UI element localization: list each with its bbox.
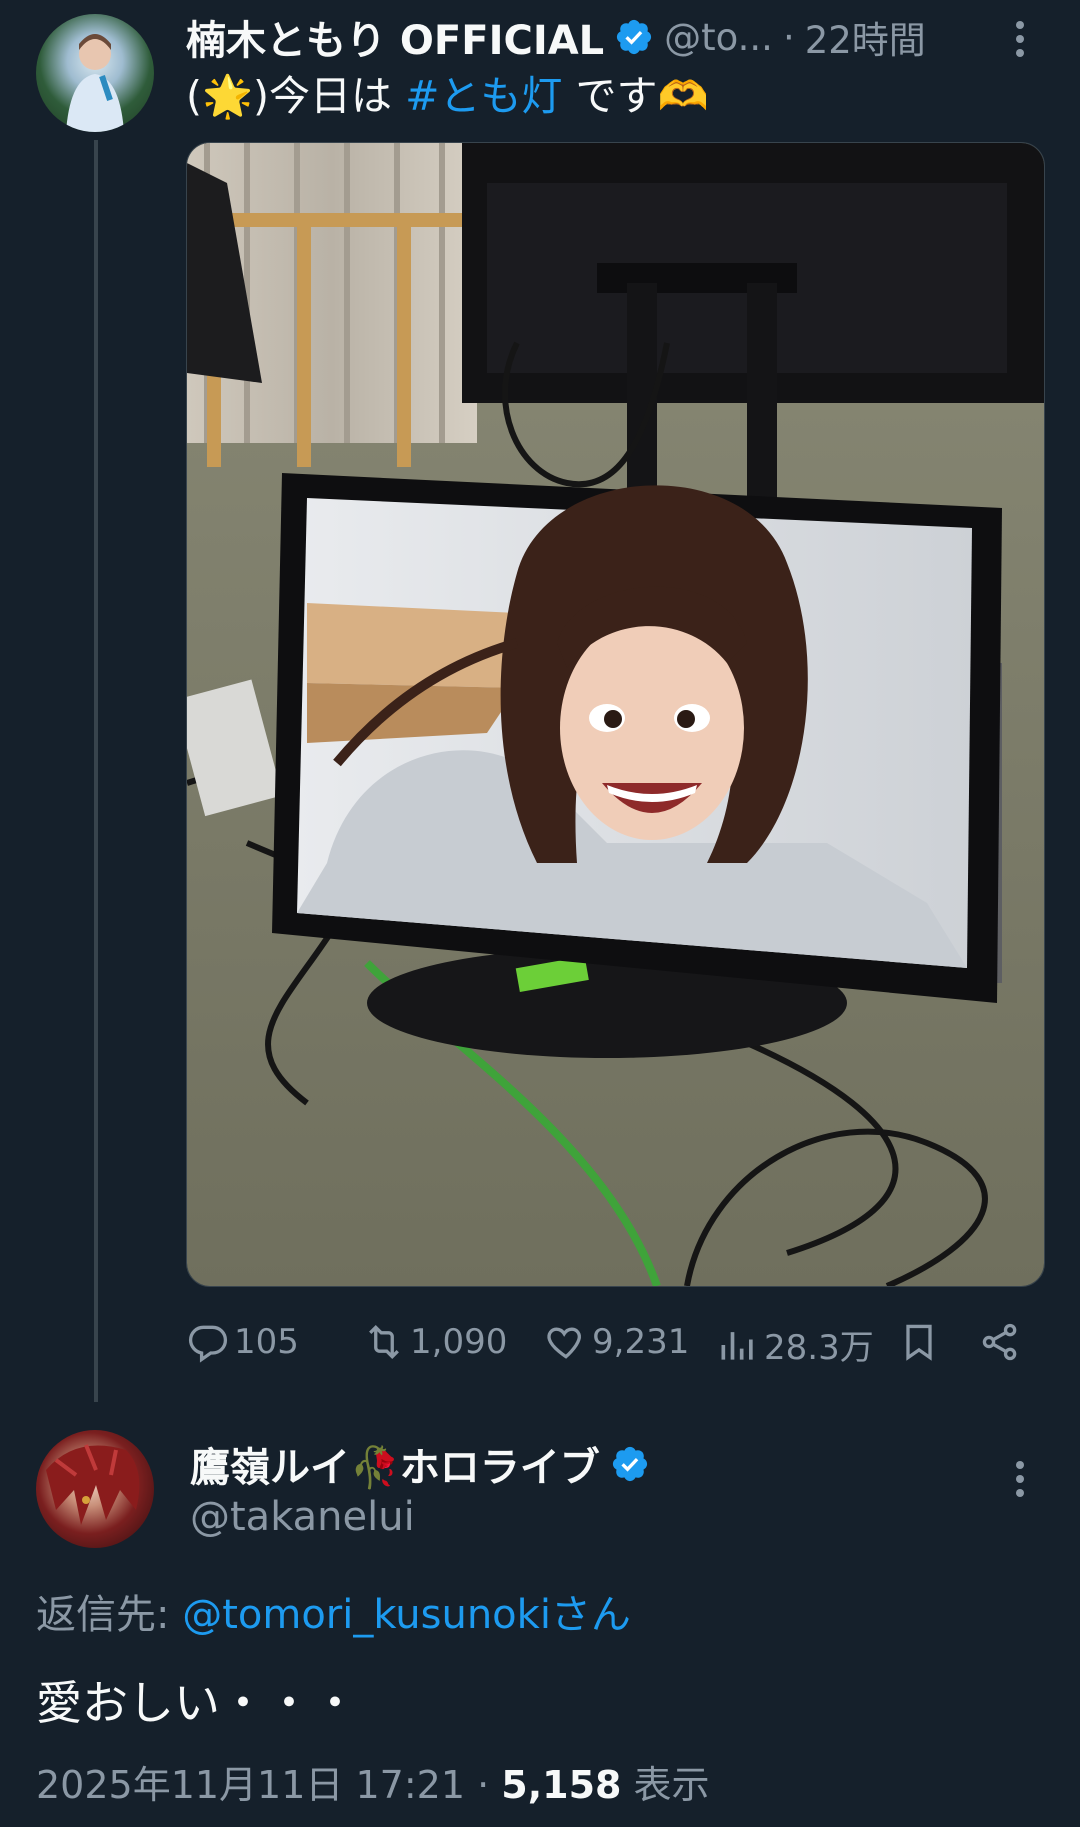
bookmark-button[interactable] (897, 1320, 941, 1368)
separator-dot: · (782, 15, 795, 59)
reply-button[interactable]: 105 (186, 1320, 299, 1364)
retweet-icon (369, 1324, 399, 1360)
heart-icon (547, 1327, 581, 1359)
share-button[interactable] (978, 1320, 1022, 1368)
share-icon (982, 1323, 1017, 1361)
retweet-button[interactable]: 1,090 (362, 1320, 507, 1364)
author-display-name[interactable]: 楠木ともり OFFICIAL (186, 8, 604, 66)
meta-separator: · (465, 1763, 502, 1807)
tweet-timestamp[interactable]: 22時間 (805, 10, 926, 64)
reply-to-label: 返信先: (36, 1592, 183, 1638)
reply-author-handle[interactable]: @takanelui (190, 1494, 415, 1540)
tweet-text-prefix: (🌟)今日は (186, 72, 406, 120)
reply-icon (188, 1325, 228, 1363)
bookmark-icon (906, 1324, 932, 1361)
like-count: 9,231 (592, 1322, 690, 1362)
reply-more-options-icon[interactable] (1013, 1455, 1027, 1503)
hashtag-link[interactable]: #とも灯 (405, 72, 562, 120)
tweet-text-suffix: です🫶 (562, 72, 709, 120)
reply-date[interactable]: 2025年11月11日 17:21 (36, 1763, 465, 1807)
verified-badge-icon (617, 19, 652, 55)
views-chart-icon (721, 1331, 753, 1360)
reply-view-count: 5,158 (501, 1763, 622, 1807)
author-avatar[interactable] (36, 14, 154, 132)
reply-meta: 2025年11月11日 17:21 · 5,158 表示 (36, 1754, 710, 1809)
views-button[interactable]: 28.3万 (716, 1320, 874, 1369)
author-handle[interactable]: @to... (664, 16, 773, 59)
reply-text: 愛おしい・・・ (36, 1676, 358, 1730)
like-button[interactable]: 9,231 (544, 1320, 689, 1364)
views-count: 28.3万 (764, 1328, 874, 1368)
retweet-count: 1,090 (410, 1322, 508, 1362)
verified-badge-icon (612, 1446, 647, 1482)
reply-count: 105 (234, 1322, 299, 1362)
reply-to-line: 返信先: @tomori_kusunokiさん (36, 1582, 631, 1640)
tweet-photo[interactable] (186, 142, 1045, 1287)
thread-connector-line (94, 140, 98, 1402)
reply-view-label: 表示 (621, 1763, 710, 1807)
reply-to-user-link[interactable]: @tomori_kusunokiさん (182, 1592, 631, 1638)
reply-author-avatar[interactable] (36, 1430, 154, 1548)
reply-author-display-name[interactable]: 鷹嶺ルイ🥀ホロライブ (190, 1435, 600, 1493)
more-options-icon[interactable] (1013, 15, 1027, 63)
tweet-text: (🌟)今日は #とも灯 です🫶 (186, 70, 709, 122)
